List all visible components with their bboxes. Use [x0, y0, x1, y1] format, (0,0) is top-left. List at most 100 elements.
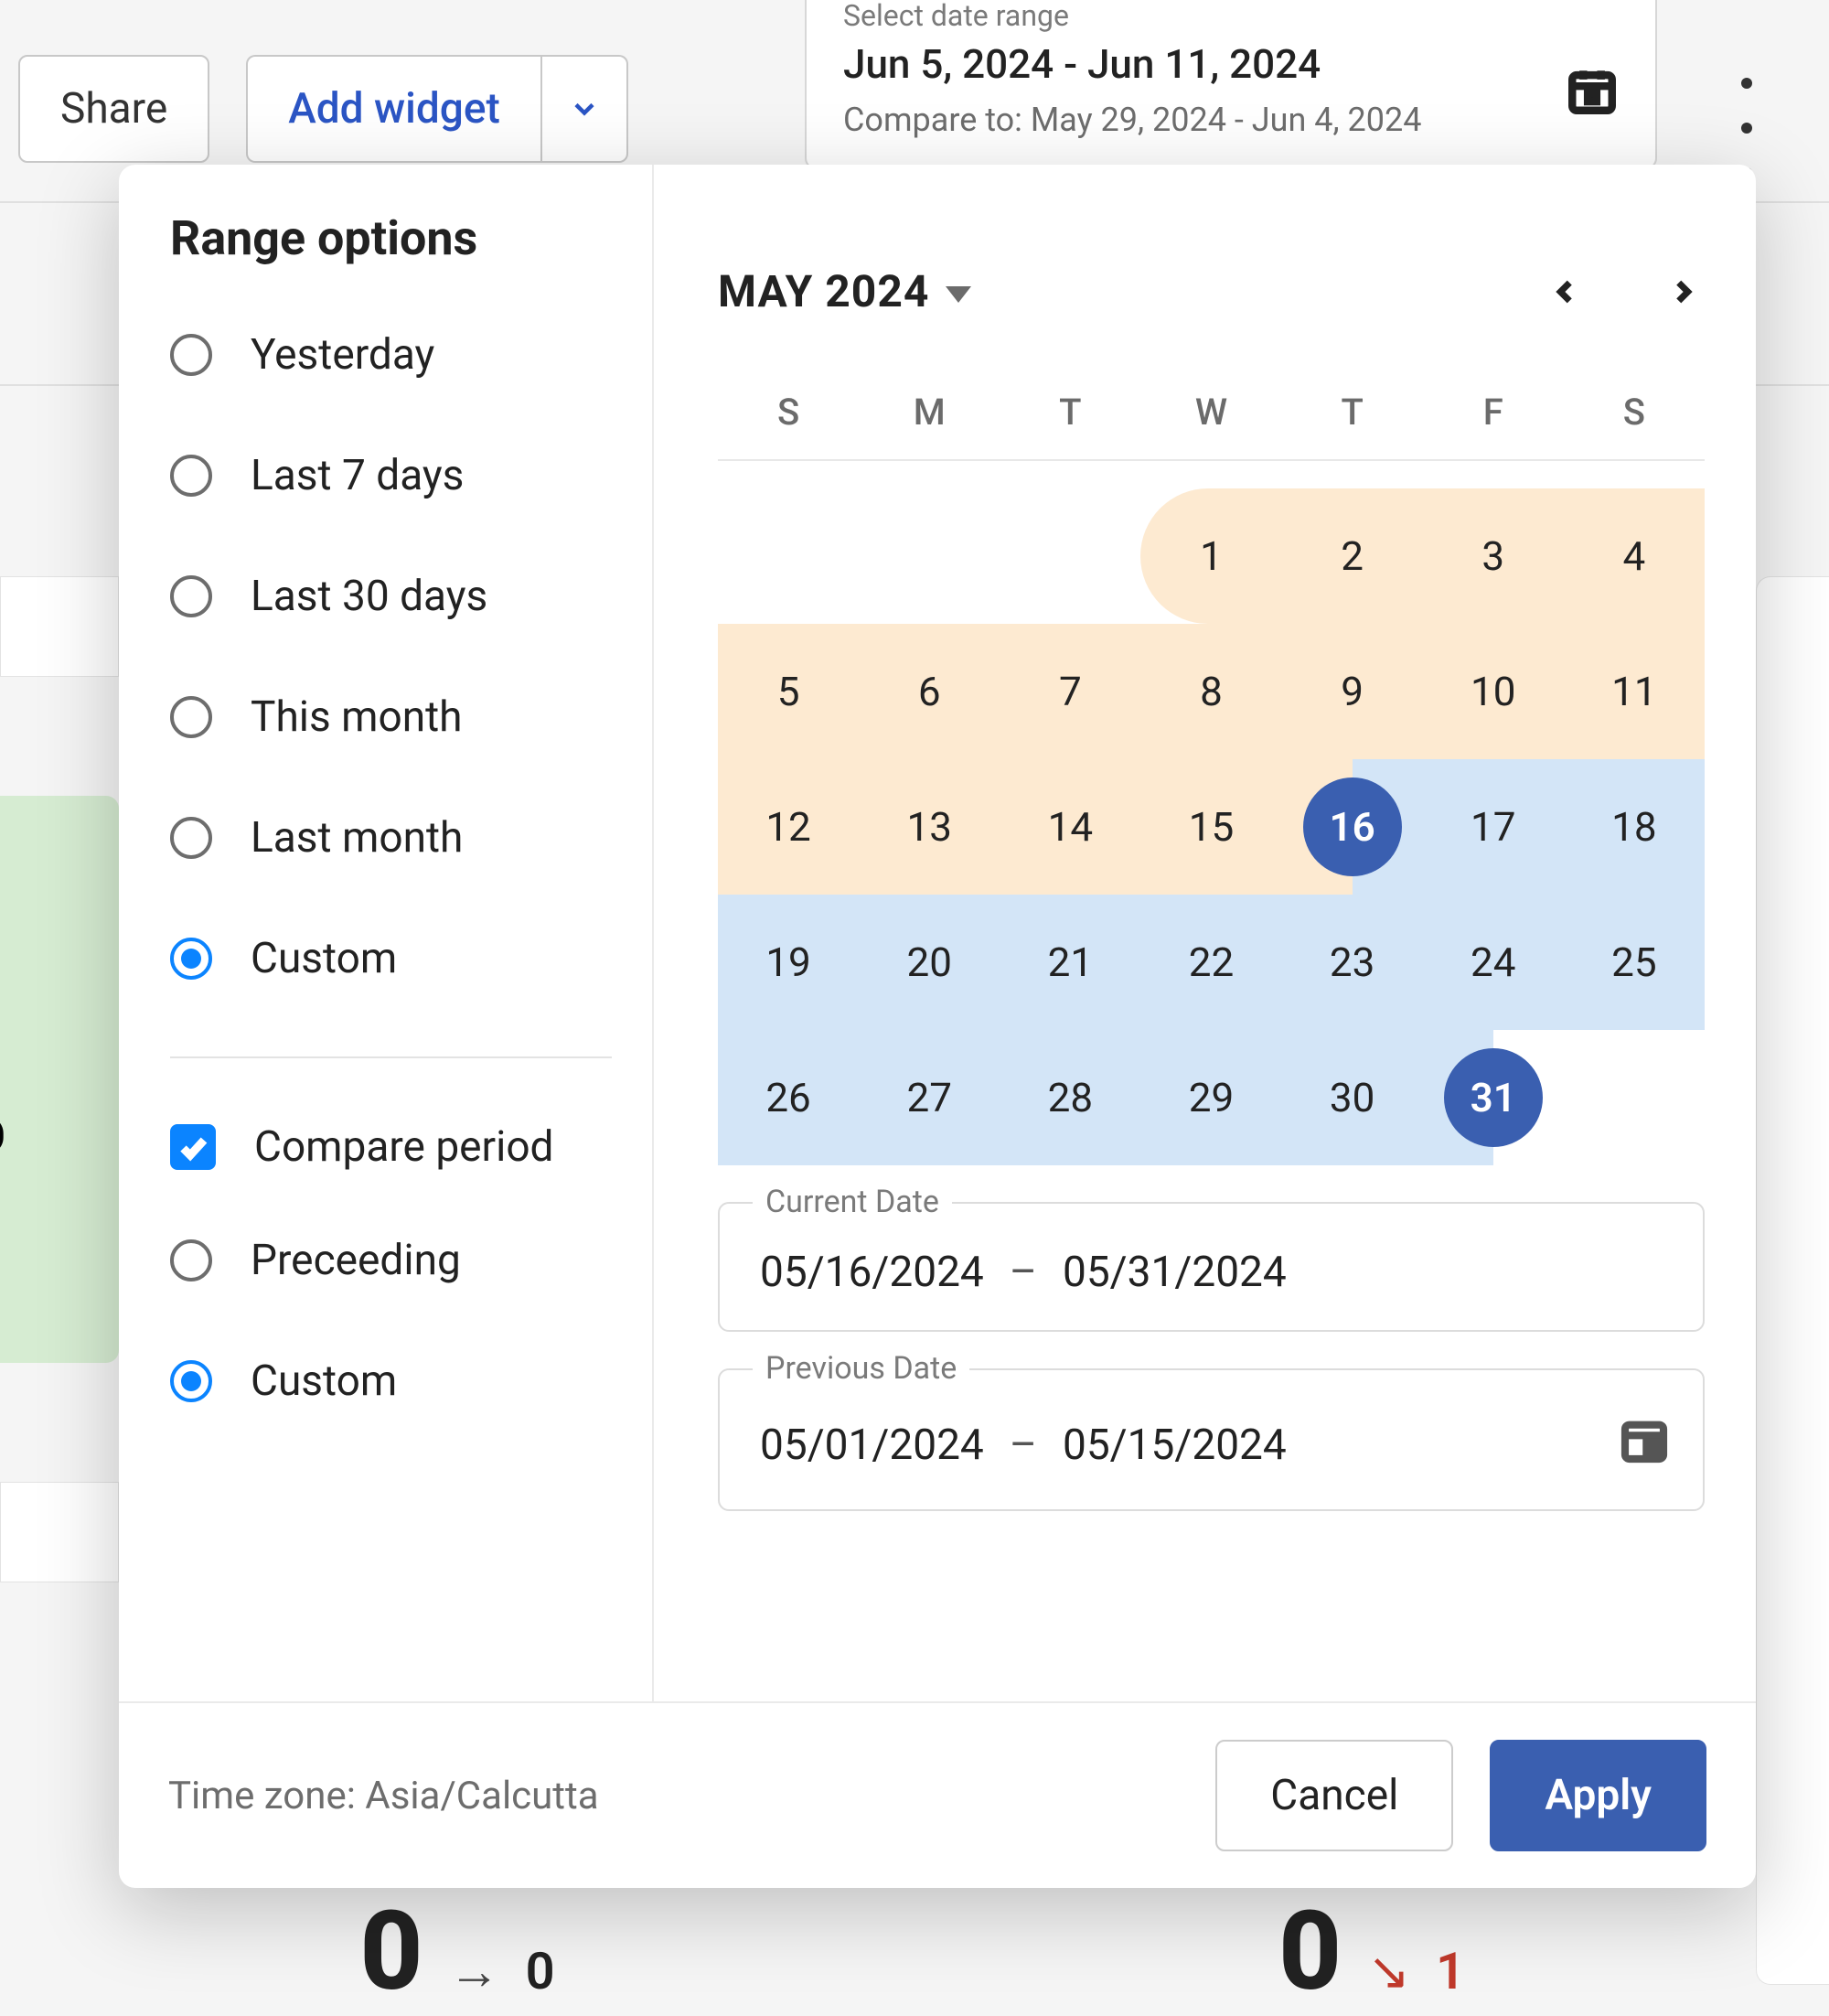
day-31[interactable]: 31: [1423, 1030, 1564, 1165]
preset-last30[interactable]: Last 30 days: [170, 572, 612, 621]
day-13[interactable]: 13: [859, 759, 1000, 895]
preset-label: Last month: [251, 813, 463, 863]
radio-icon: [170, 334, 212, 376]
compare-option-label: Custom: [251, 1357, 397, 1406]
day-3[interactable]: 3: [1423, 488, 1564, 624]
range-options-panel: Range options Yesterday Last 7 days Last 3…: [119, 165, 654, 1701]
compare-period-checkbox[interactable]: Compare period: [170, 1122, 612, 1172]
day-29[interactable]: 29: [1140, 1030, 1281, 1165]
day-23[interactable]: 23: [1282, 895, 1423, 1030]
date-range-value: Jun 5, 2024 - Jun 11, 2024: [843, 40, 1619, 88]
day-27[interactable]: 27: [859, 1030, 1000, 1165]
compare-period-label: Compare period: [254, 1122, 554, 1172]
range-options-title: Range options: [170, 210, 612, 266]
day-26[interactable]: 26: [718, 1030, 859, 1165]
field-legend: Current Date: [753, 1184, 952, 1220]
day-25[interactable]: 25: [1564, 895, 1705, 1030]
share-button[interactable]: Share: [18, 55, 209, 163]
day-30[interactable]: 30: [1282, 1030, 1423, 1165]
day-20[interactable]: 20: [859, 895, 1000, 1030]
preset-label: Last 30 days: [251, 572, 487, 621]
day-18[interactable]: 18: [1564, 759, 1705, 895]
date-range-legend: Select date range: [832, 0, 1080, 33]
preset-label: Last 7 days: [251, 451, 464, 500]
current-date-field[interactable]: Current Date 05/16/2024 – 05/31/2024: [718, 1202, 1705, 1332]
radio-icon: [170, 1360, 212, 1402]
preset-label: Custom: [251, 934, 397, 983]
day-16[interactable]: 16: [1282, 759, 1423, 895]
overflow-menu-icon[interactable]: [1710, 78, 1783, 178]
preset-last7[interactable]: Last 7 days: [170, 451, 612, 500]
compare-preceding[interactable]: Preceeding: [170, 1236, 612, 1285]
day-21[interactable]: 21: [1000, 895, 1140, 1030]
preset-list: Yesterday Last 7 days Last 30 days This mon…: [170, 330, 612, 983]
preset-label: This month: [251, 692, 462, 742]
add-widget-dropdown-button[interactable]: [541, 55, 628, 163]
preset-label: Yesterday: [251, 330, 434, 380]
bg-strip-1: [0, 576, 119, 677]
cancel-button[interactable]: Cancel: [1215, 1740, 1453, 1851]
day-24[interactable]: 24: [1423, 895, 1564, 1030]
day-8[interactable]: 8: [1140, 624, 1281, 759]
day-19[interactable]: 19: [718, 895, 859, 1030]
selected-end-icon: 31: [1444, 1048, 1543, 1147]
day-9[interactable]: 9: [1282, 624, 1423, 759]
metric-small: 0: [526, 1941, 555, 2001]
day-17[interactable]: 17: [1423, 759, 1564, 895]
day-22[interactable]: 22: [1140, 895, 1281, 1030]
next-month-button[interactable]: [1661, 270, 1705, 314]
month-label: MAY 2024: [718, 265, 929, 317]
day-4[interactable]: 4: [1564, 488, 1705, 624]
dow-cell: W: [1140, 391, 1281, 434]
day-11[interactable]: 11: [1564, 624, 1705, 759]
preset-lastmonth[interactable]: Last month: [170, 813, 612, 863]
compare-comp-custom[interactable]: Custom: [170, 1357, 612, 1406]
prev-month-button[interactable]: [1544, 270, 1588, 314]
calendar-icon: [1566, 64, 1619, 121]
dow-cell: F: [1423, 391, 1564, 434]
preset-custom[interactable]: Custom: [170, 934, 612, 983]
bottom-metric-left: 0 → 0: [0, 1903, 914, 1987]
day-7[interactable]: 7: [1000, 624, 1140, 759]
preset-thismonth[interactable]: This month: [170, 692, 612, 742]
bottom-metric-right: 0 ↘ 1: [914, 1903, 1829, 1987]
date-range-modal: Range options Yesterday Last 7 days Last 3…: [119, 165, 1756, 1888]
day-15[interactable]: 15: [1140, 759, 1281, 895]
day-10[interactable]: 10: [1423, 624, 1564, 759]
previous-date-to: 05/15/2024: [1063, 1421, 1287, 1470]
day-6[interactable]: 6: [859, 624, 1000, 759]
radio-icon: [170, 455, 212, 497]
radio-icon: [170, 696, 212, 738]
day-1[interactable]: 1: [1140, 488, 1281, 624]
dow-cell: S: [718, 391, 859, 434]
month-select[interactable]: MAY 2024: [718, 265, 971, 317]
day-12[interactable]: 12: [718, 759, 859, 895]
bg-strip-2: g the: [0, 1482, 119, 1582]
add-widget-button-group: Add widget: [246, 55, 628, 163]
previous-date-field[interactable]: Previous Date 05/01/2024 – 05/15/2024: [718, 1368, 1705, 1511]
date-range-compare: Compare to: May 29, 2024 - Jun 4, 2024: [843, 101, 1619, 139]
add-widget-button[interactable]: Add widget: [246, 55, 541, 163]
day-28[interactable]: 28: [1000, 1030, 1140, 1165]
dow-cell: S: [1564, 391, 1705, 434]
selected-start-icon: 16: [1303, 777, 1402, 876]
apply-button[interactable]: Apply: [1490, 1740, 1706, 1851]
dow-cell: M: [859, 391, 1000, 434]
preset-yesterday[interactable]: Yesterday: [170, 330, 612, 380]
arrow-right-icon: →: [449, 1941, 500, 2001]
timezone-label: Time zone: Asia/Calcutta: [168, 1774, 599, 1818]
day-2[interactable]: 2: [1282, 488, 1423, 624]
calendar-icon: [1619, 1414, 1670, 1476]
dow-cell: T: [1282, 391, 1423, 434]
field-legend: Previous Date: [753, 1350, 969, 1387]
bottom-metrics: 0 → 0 0 ↘ 1: [0, 1903, 1829, 1987]
previous-date-from: 05/01/2024: [760, 1421, 984, 1470]
modal-footer: Time zone: Asia/Calcutta Cancel Apply: [119, 1701, 1756, 1888]
radio-icon: [170, 938, 212, 980]
day-14[interactable]: 14: [1000, 759, 1140, 895]
date-range-trigger[interactable]: Select date range Jun 5, 2024 - Jun 11, …: [805, 0, 1657, 169]
day-5[interactable]: 5: [718, 624, 859, 759]
month-nav: MAY 2024: [718, 265, 1705, 317]
bg-card-right: [1756, 576, 1829, 1985]
compare-option-label: Preceeding: [251, 1236, 461, 1285]
